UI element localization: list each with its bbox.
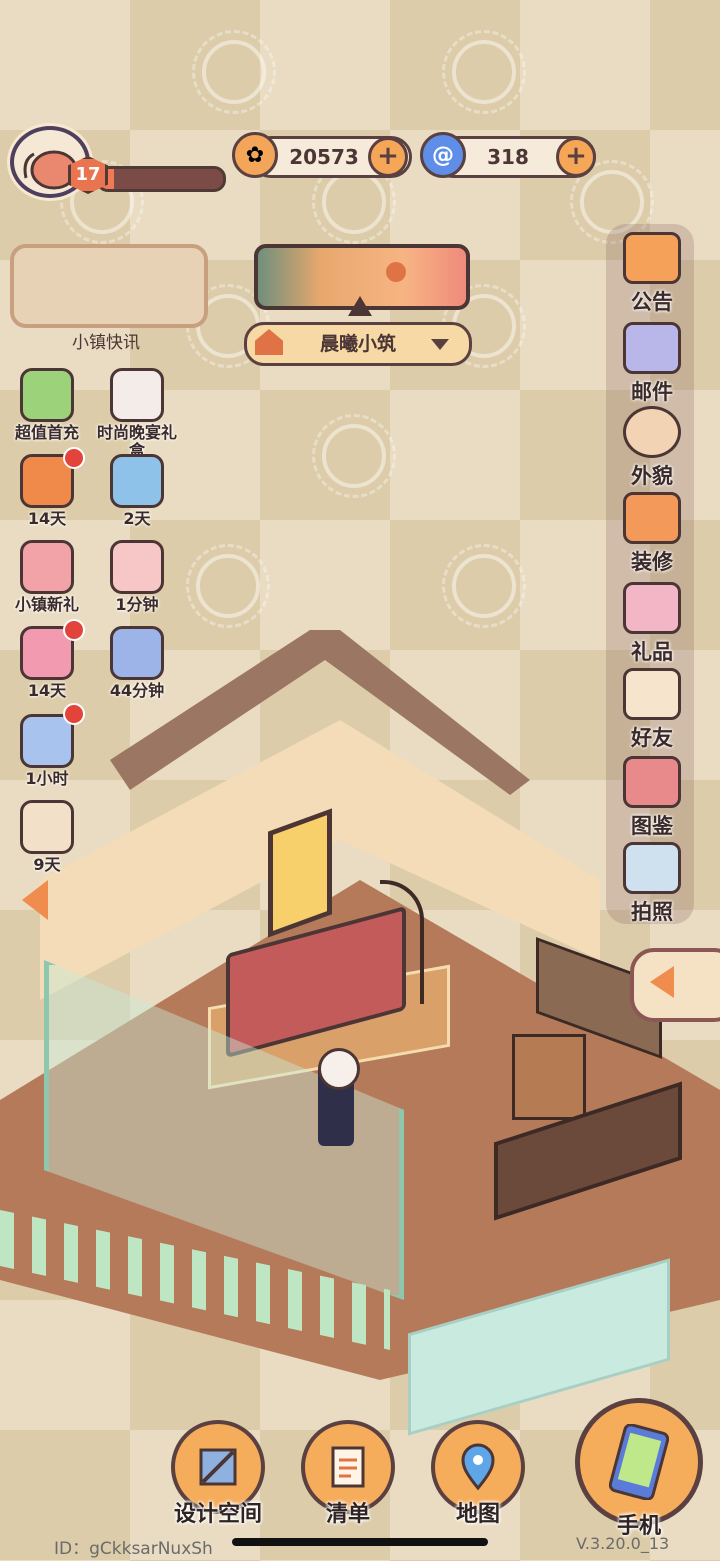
notification-dot bbox=[63, 703, 85, 725]
menu-label: 邮件 bbox=[631, 380, 673, 404]
event-timer-3[interactable]: 1分钟 bbox=[92, 540, 182, 614]
design-space-label: 设计空间 bbox=[173, 1502, 262, 1527]
house-icon bbox=[255, 329, 283, 355]
sun-icon bbox=[386, 262, 406, 282]
event-gala-gift-box[interactable]: 时尚晚宴礼盒 bbox=[92, 368, 182, 460]
cabinet[interactable] bbox=[512, 1034, 586, 1120]
menu-announcement[interactable]: 公告 bbox=[614, 232, 690, 316]
design-space-button[interactable]: 设计空间 bbox=[168, 1420, 268, 1528]
notification-dot bbox=[63, 447, 85, 469]
flower-badge-icon bbox=[20, 540, 74, 594]
location-name: 晨曦小筑 bbox=[319, 333, 396, 355]
player-id: ID：gCkksarNuxSh bbox=[54, 1539, 213, 1559]
menu-label: 外貌 bbox=[631, 464, 673, 488]
coin-icon: ✿ bbox=[232, 132, 278, 178]
list-label: 清单 bbox=[325, 1502, 370, 1527]
weather-pointer-icon bbox=[348, 296, 372, 316]
menu-label: 公告 bbox=[631, 290, 673, 314]
menu-label: 拍照 bbox=[631, 900, 673, 924]
event-first-charge[interactable]: 超值首充 bbox=[2, 368, 92, 442]
menu-friends[interactable]: 好友 bbox=[614, 668, 690, 752]
sun-pattern-icon bbox=[312, 414, 396, 498]
coin-value: 20573 bbox=[289, 145, 359, 169]
event-timer-4[interactable]: 14天 bbox=[2, 619, 92, 700]
gift-basket-icon bbox=[20, 703, 85, 768]
gift-basket-icon bbox=[110, 454, 164, 508]
contacts-icon bbox=[623, 668, 681, 720]
menu-album[interactable]: 图鉴 bbox=[614, 756, 690, 840]
version-text: V.3.20.0_13 bbox=[576, 1534, 670, 1553]
gift-box-icon bbox=[20, 447, 85, 508]
town-news-label: 小镇快讯 bbox=[72, 333, 140, 353]
menu-appearance[interactable]: 外貌 bbox=[614, 406, 690, 490]
add-coins-button[interactable]: + bbox=[368, 137, 408, 177]
floor-lamp[interactable] bbox=[380, 880, 424, 1004]
notification-dot bbox=[63, 619, 85, 641]
add-gems-button[interactable]: + bbox=[556, 137, 596, 177]
swirl-gem-icon: @ bbox=[420, 132, 466, 178]
event-timer-2[interactable]: 2天 bbox=[92, 454, 182, 528]
menu-label: 装修 bbox=[631, 550, 673, 574]
exp-bar bbox=[96, 166, 226, 192]
event-label: 9天 bbox=[33, 855, 61, 874]
event-label: 1分钟 bbox=[115, 595, 159, 614]
sun-pattern-icon bbox=[186, 544, 270, 628]
collapse-menu-button[interactable] bbox=[630, 948, 720, 1022]
event-timer-7[interactable]: 9天 bbox=[2, 800, 92, 874]
gift-icon bbox=[623, 582, 681, 634]
sun-pattern-icon bbox=[442, 30, 526, 114]
event-label: 小镇新礼 bbox=[14, 595, 79, 614]
menu-label: 好友 bbox=[631, 726, 673, 750]
event-timer-5[interactable]: 44分钟 bbox=[92, 626, 182, 700]
location-selector[interactable]: 晨曦小筑 bbox=[244, 322, 472, 366]
menu-mail[interactable]: 邮件 bbox=[614, 322, 690, 406]
home-indicator[interactable] bbox=[232, 1538, 488, 1546]
menu-label: 图鉴 bbox=[631, 814, 673, 838]
chevron-down-icon bbox=[431, 339, 449, 350]
gift-pile-icon bbox=[110, 626, 164, 680]
gift-bundle-icon bbox=[20, 368, 74, 422]
sun-pattern-icon bbox=[312, 160, 396, 244]
sun-pattern-icon bbox=[192, 30, 276, 114]
menu-camera[interactable]: 拍照 bbox=[614, 842, 690, 926]
mail-icon bbox=[623, 322, 681, 374]
event-label: 14天 bbox=[27, 509, 67, 528]
map-label: 地图 bbox=[455, 1502, 500, 1527]
event-timer-1[interactable]: 14天 bbox=[2, 447, 92, 528]
event-label: 44分钟 bbox=[109, 681, 165, 700]
list-button[interactable]: 清单 bbox=[298, 1420, 398, 1528]
house-wrench-icon bbox=[623, 492, 681, 544]
megaphone-icon bbox=[623, 232, 681, 284]
event-label: 1小时 bbox=[25, 769, 69, 788]
town-news-panel[interactable] bbox=[10, 244, 208, 328]
phone-icon bbox=[575, 1398, 703, 1526]
gem-value: 318 bbox=[487, 145, 529, 169]
collapse-left-icon[interactable] bbox=[22, 880, 48, 920]
menu-gifts[interactable]: 礼品 bbox=[614, 582, 690, 666]
bouquet-icon bbox=[110, 540, 164, 594]
camera-icon bbox=[623, 842, 681, 894]
event-timer-6[interactable]: 1小时 bbox=[2, 703, 92, 788]
menu-decorate[interactable]: 装修 bbox=[614, 492, 690, 576]
album-icon bbox=[623, 756, 681, 808]
chevron-left-icon bbox=[650, 966, 674, 998]
map-button[interactable]: 地图 bbox=[428, 1420, 528, 1528]
ribbon-icon bbox=[20, 619, 85, 680]
player-character-head[interactable] bbox=[318, 1048, 360, 1090]
event-label: 2天 bbox=[123, 509, 151, 528]
sun-pattern-icon bbox=[442, 544, 526, 628]
event-label: 14天 bbox=[27, 681, 67, 700]
phone-button[interactable]: 手机 bbox=[574, 1398, 704, 1540]
event-label: 超值首充 bbox=[14, 423, 79, 442]
character-icon bbox=[623, 406, 681, 458]
bow-box-icon bbox=[110, 368, 164, 422]
letter-icon bbox=[20, 800, 74, 854]
event-town-gift[interactable]: 小镇新礼 bbox=[2, 540, 92, 614]
menu-label: 礼品 bbox=[631, 640, 673, 664]
